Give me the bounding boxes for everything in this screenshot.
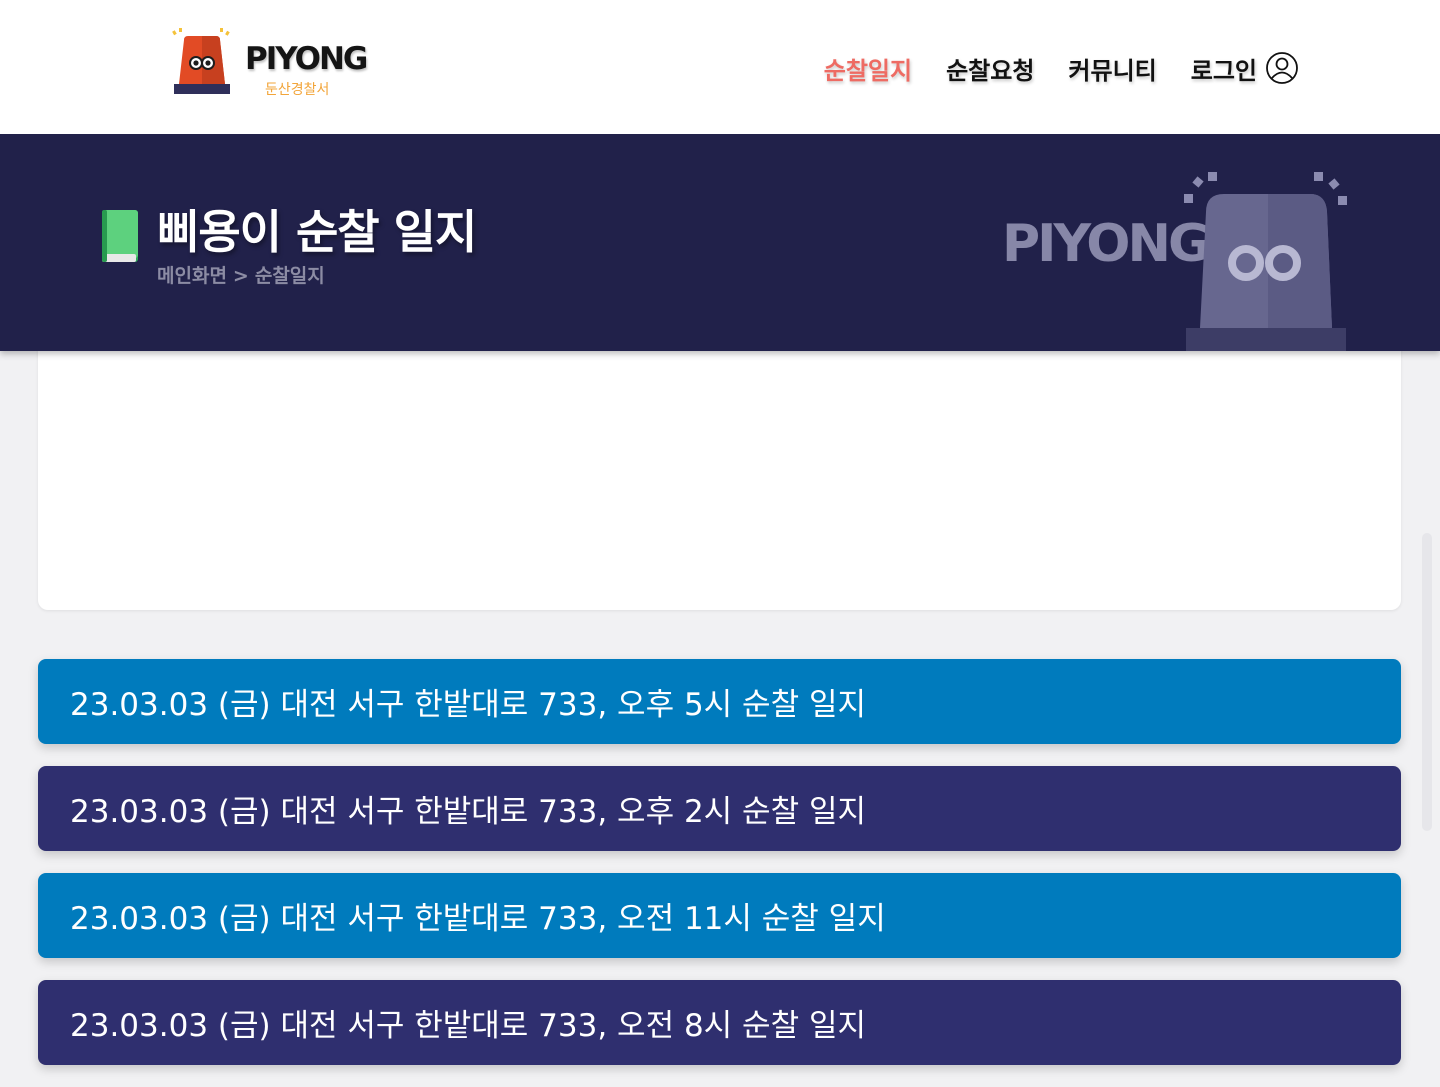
siren-logo-icon <box>172 28 230 94</box>
patrol-log-item[interactable]: 23.03.03 (금) 대전 서구 한밭대로 733, 오후 5시 순찰 일지 <box>38 659 1401 744</box>
map-card <box>38 330 1401 610</box>
green-book-icon <box>102 210 138 262</box>
nav-patrol-request[interactable]: 순찰요청 <box>946 51 1034 86</box>
logo[interactable]: PIYONG 둔산경찰서 <box>170 28 370 98</box>
patrol-log-item[interactable]: 23.03.03 (금) 대전 서구 한밭대로 733, 오전 11시 순찰 일… <box>38 873 1401 958</box>
patrol-log-list: 23.03.03 (금) 대전 서구 한밭대로 733, 오후 5시 순찰 일지… <box>38 659 1401 1087</box>
breadcrumb: 메인화면 > 순찰일지 <box>157 261 325 288</box>
top-header: PIYONG 둔산경찰서 순찰일지 순찰요청 커뮤니티 로그인 <box>0 0 1440 134</box>
breadcrumb-home[interactable]: 메인화면 <box>157 265 227 287</box>
page-banner: 삐용이 순찰 일지 메인화면 > 순찰일지 PIYONG <box>0 134 1440 351</box>
page-title: 삐용이 순찰 일지 <box>157 205 477 259</box>
nav-community[interactable]: 커뮤니티 <box>1068 51 1156 86</box>
scrollbar[interactable] <box>1422 533 1432 831</box>
logo-subtitle: 둔산경찰서 <box>265 82 330 98</box>
breadcrumb-current: 순찰일지 <box>254 265 325 287</box>
nav-login[interactable]: 로그인 <box>1191 51 1257 86</box>
banner-logo-text: PIYONG <box>1002 214 1211 274</box>
logo-text: PIYONG <box>245 41 368 77</box>
patrol-log-item[interactable]: 23.03.03 (금) 대전 서구 한밭대로 733, 오전 8시 순찰 일지 <box>38 980 1401 1065</box>
main-nav: 순찰일지 순찰요청 커뮤니티 로그인 <box>790 50 1299 86</box>
patrol-log-item[interactable]: 23.03.03 (금) 대전 서구 한밭대로 733, 오후 2시 순찰 일지 <box>38 766 1401 851</box>
breadcrumb-separator: > <box>232 265 249 287</box>
nav-patrol-log[interactable]: 순찰일지 <box>824 51 912 86</box>
user-circle-icon[interactable] <box>1265 51 1299 85</box>
login-button[interactable]: 로그인 <box>1191 51 1299 86</box>
siren-watermark-icon <box>1184 172 1347 351</box>
